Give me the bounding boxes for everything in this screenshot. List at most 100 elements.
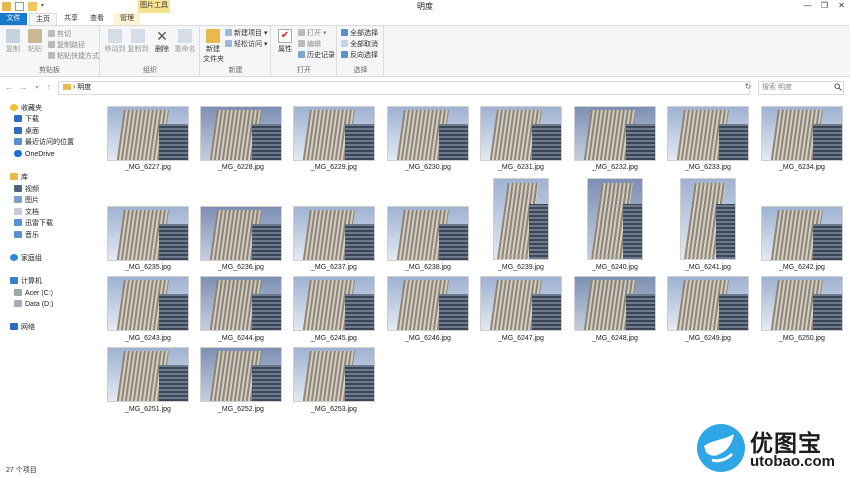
edit-button[interactable]: 编辑: [298, 40, 321, 49]
address-field[interactable]: › 明度: [58, 81, 750, 95]
watermark-url: utobao.com: [750, 453, 835, 470]
tab-file[interactable]: 文件: [0, 13, 27, 25]
select-none-button[interactable]: 全部取消: [341, 40, 378, 49]
tab-manage[interactable]: 管理: [114, 13, 140, 25]
file-item[interactable]: _MG_6232.jpg: [574, 106, 664, 176]
up-button[interactable]: ↑: [44, 82, 54, 92]
path-crumb[interactable]: 明度: [77, 84, 91, 91]
paste-shortcut-button[interactable]: 粘贴快捷方式: [48, 52, 99, 61]
file-item[interactable]: _MG_6249.jpg: [667, 276, 757, 346]
nav-desktop[interactable]: 桌面: [14, 127, 39, 137]
back-button[interactable]: ←: [4, 82, 14, 92]
file-thumbnail: [761, 206, 843, 261]
rename-button[interactable]: 重命名: [174, 29, 196, 54]
nav-videos[interactable]: 视频: [14, 185, 39, 195]
tab-view[interactable]: 查看: [84, 13, 110, 25]
file-thumbnail: [200, 206, 282, 261]
app-folder-icon: [2, 2, 11, 11]
copy-button[interactable]: 复制: [2, 29, 24, 54]
history-button[interactable]: 历史记录: [298, 51, 335, 60]
refresh-button[interactable]: ↻: [742, 81, 754, 95]
file-item[interactable]: _MG_6242.jpg: [761, 178, 850, 271]
window-title: 明度: [417, 2, 433, 11]
nav-downloads[interactable]: 下载: [14, 115, 39, 125]
file-item[interactable]: _MG_6248.jpg: [574, 276, 664, 346]
file-item[interactable]: _MG_6241.jpg: [667, 178, 757, 271]
file-item[interactable]: _MG_6229.jpg: [293, 106, 383, 176]
file-item[interactable]: _MG_6236.jpg: [200, 178, 290, 271]
customize-qat-icon[interactable]: ▾: [41, 2, 50, 11]
file-item[interactable]: _MG_6237.jpg: [293, 178, 383, 271]
nav-favorites[interactable]: 收藏夹: [10, 104, 42, 114]
nav-network[interactable]: 网络: [10, 323, 35, 333]
file-item[interactable]: _MG_6243.jpg: [107, 276, 197, 346]
recent-locations-chevron-icon[interactable]: ▾: [32, 84, 42, 91]
copy-path-button[interactable]: 复制路径: [48, 41, 85, 50]
new-folder-icon: [206, 29, 220, 43]
drive-c-icon: [14, 289, 22, 296]
file-item[interactable]: _MG_6238.jpg: [387, 178, 477, 271]
delete-button[interactable]: ✕ 删除: [151, 29, 173, 54]
file-item[interactable]: _MG_6253.jpg: [293, 347, 383, 417]
file-item[interactable]: _MG_6251.jpg: [107, 347, 197, 417]
file-item[interactable]: _MG_6247.jpg: [480, 276, 570, 346]
nav-libraries[interactable]: 库: [10, 173, 28, 183]
download-icon: [14, 115, 22, 122]
nav-computer[interactable]: 计算机: [10, 277, 42, 287]
properties-qat-icon[interactable]: [15, 2, 24, 11]
nav-drive-c[interactable]: Acer (C:): [14, 289, 53, 299]
nav-documents[interactable]: 文档: [14, 208, 39, 218]
file-item[interactable]: _MG_6239.jpg: [480, 178, 570, 271]
file-item[interactable]: _MG_6233.jpg: [667, 106, 757, 176]
tab-home[interactable]: 主页: [29, 13, 57, 25]
new-item-button[interactable]: 新建项目 ▾: [225, 29, 267, 38]
file-name-label: _MG_6247.jpg: [498, 335, 544, 342]
search-icon: [834, 83, 842, 91]
nav-onedrive[interactable]: OneDrive: [14, 150, 55, 160]
file-item[interactable]: _MG_6240.jpg: [574, 178, 664, 271]
minimize-button[interactable]: —: [799, 0, 816, 13]
open-button[interactable]: 打开 ▾: [298, 29, 326, 38]
file-item[interactable]: _MG_6235.jpg: [107, 178, 197, 271]
nav-recent[interactable]: 最近访问的位置: [14, 138, 74, 148]
move-to-button[interactable]: 移动到: [104, 29, 126, 54]
paste-button[interactable]: 粘贴: [24, 29, 46, 54]
file-name-label: _MG_6238.jpg: [405, 264, 451, 271]
maximize-button[interactable]: ❐: [816, 0, 833, 13]
properties-button[interactable]: ✔ 属性: [274, 29, 296, 54]
file-item[interactable]: _MG_6252.jpg: [200, 347, 290, 417]
file-item[interactable]: _MG_6244.jpg: [200, 276, 290, 346]
file-item[interactable]: _MG_6250.jpg: [761, 276, 850, 346]
nav-music[interactable]: 音乐: [14, 231, 39, 241]
cut-button[interactable]: 剪切: [48, 30, 71, 39]
nav-drive-d[interactable]: Data (D:): [14, 300, 53, 310]
open-group-label: 打开: [297, 67, 311, 74]
building-shape: [812, 223, 842, 260]
forward-button[interactable]: →: [18, 82, 28, 92]
building-shape: [158, 293, 188, 330]
tab-share[interactable]: 共享: [58, 13, 84, 25]
new-folder-button[interactable]: 新建 文件夹: [203, 29, 224, 64]
easy-access-button[interactable]: 轻松访问 ▾: [225, 40, 267, 49]
file-name-label: _MG_6231.jpg: [498, 164, 544, 171]
invert-selection-button[interactable]: 反向选择: [341, 51, 378, 60]
new-item-icon: [225, 29, 232, 36]
nav-pictures[interactable]: 图片: [14, 196, 39, 206]
nav-thunder-downloads[interactable]: 迅雷下载: [14, 219, 53, 229]
copy-to-button[interactable]: 复制到: [127, 29, 149, 54]
file-item[interactable]: _MG_6231.jpg: [480, 106, 570, 176]
select-all-button[interactable]: 全部选择: [341, 29, 378, 38]
nav-homegroup[interactable]: 家庭组: [10, 254, 42, 264]
close-button[interactable]: ✕: [833, 0, 850, 13]
file-item[interactable]: _MG_6234.jpg: [761, 106, 850, 176]
file-item[interactable]: _MG_6230.jpg: [387, 106, 477, 176]
file-item[interactable]: _MG_6246.jpg: [387, 276, 477, 346]
file-item[interactable]: _MG_6245.jpg: [293, 276, 383, 346]
file-item[interactable]: _MG_6227.jpg: [107, 106, 197, 176]
new-folder-qat-icon[interactable]: [28, 2, 37, 11]
search-input[interactable]: 搜索 明度: [758, 81, 844, 95]
file-item[interactable]: _MG_6228.jpg: [200, 106, 290, 176]
select-none-icon: [341, 40, 348, 47]
file-name-label: _MG_6237.jpg: [311, 264, 357, 271]
properties-check-icon: ✔: [278, 29, 292, 43]
